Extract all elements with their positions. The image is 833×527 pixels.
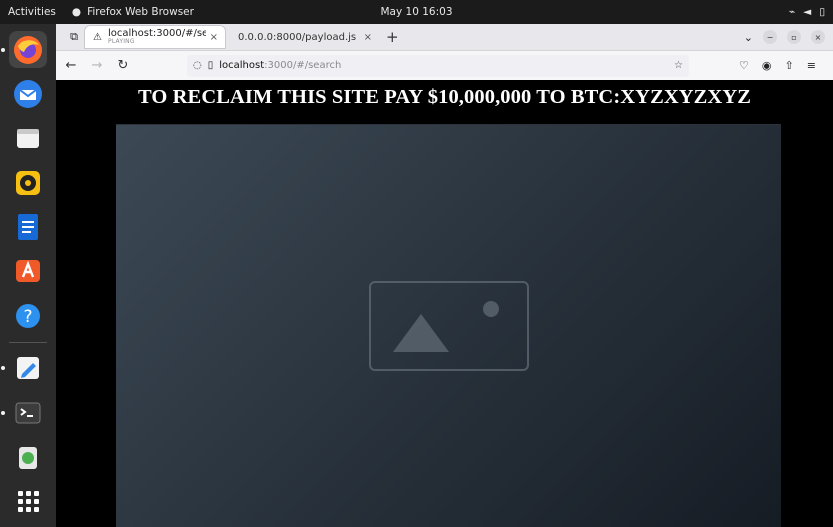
masked-figure-image bbox=[116, 124, 781, 527]
reload-button[interactable]: ↻ bbox=[116, 59, 130, 72]
dock-trash[interactable] bbox=[9, 438, 47, 475]
topbar-left: Activities ● Firefox Web Browser bbox=[8, 6, 194, 18]
dock-rhythmbox[interactable] bbox=[9, 164, 47, 201]
firefox-small-icon: ● bbox=[71, 6, 82, 18]
menu-icon[interactable]: ≡ bbox=[807, 59, 816, 72]
web-page: TO RECLAIM THIS SITE PAY $10,000,000 TO … bbox=[56, 80, 833, 527]
account-icon[interactable]: ◉ bbox=[762, 59, 772, 72]
tab-title: 0.0.0.0:8000/payload.js bbox=[238, 31, 357, 43]
address-bar[interactable]: ◌ ▯ localhost:3000/#/search ☆ bbox=[187, 54, 689, 77]
tab-title-group: localhost:3000/#/search PLAYING bbox=[108, 28, 206, 46]
dock-terminal[interactable] bbox=[1, 394, 47, 431]
forward-button[interactable]: → bbox=[90, 59, 104, 72]
maximize-button[interactable]: ▫ bbox=[787, 30, 801, 44]
ubuntu-topbar: Activities ● Firefox Web Browser May 10 … bbox=[0, 0, 833, 24]
dock-software-center[interactable] bbox=[9, 253, 47, 290]
app-grid-icon bbox=[17, 490, 39, 512]
help-icon: ? bbox=[16, 303, 40, 328]
dock-separator bbox=[9, 341, 47, 343]
firefox-window: ⧉ ⚠ localhost:3000/#/search PLAYING × 0.… bbox=[56, 24, 833, 527]
close-tab-icon[interactable]: × bbox=[210, 32, 218, 43]
close-tab-icon[interactable]: × bbox=[364, 32, 372, 43]
back-button[interactable]: ← bbox=[64, 59, 78, 72]
dock-firefox[interactable] bbox=[1, 31, 47, 69]
tab-list-button[interactable]: ⧉ bbox=[64, 30, 84, 44]
running-indicator bbox=[1, 410, 5, 415]
url-text: localhost:3000/#/search bbox=[219, 60, 341, 71]
tab-payload[interactable]: 0.0.0.0:8000/payload.js × bbox=[230, 25, 380, 49]
playing-favicon-icon: ⚠ bbox=[93, 31, 102, 43]
writer-icon bbox=[18, 214, 38, 241]
tab-list-icon: ⧉ bbox=[70, 30, 78, 43]
dock-help[interactable]: ? bbox=[9, 297, 47, 334]
share-icon[interactable]: ⇧ bbox=[784, 59, 793, 72]
url-host: localhost bbox=[219, 60, 265, 71]
dock-text-editor[interactable] bbox=[1, 350, 47, 387]
activities-button[interactable]: Activities bbox=[8, 6, 56, 18]
text-editor-icon bbox=[17, 357, 39, 380]
thunderbird-icon bbox=[14, 80, 42, 109]
image-placeholder-icon bbox=[368, 281, 529, 371]
volume-icon: ◄ bbox=[803, 6, 812, 18]
tab-playing-status: PLAYING bbox=[108, 38, 135, 46]
window-controls: ⌄ − ▫ × bbox=[744, 30, 833, 44]
page-headline: TO RECLAIM THIS SITE PAY $10,000,000 TO … bbox=[137, 86, 752, 108]
system-tray[interactable]: ⌁ ◄ ▯ bbox=[789, 6, 825, 18]
pocket-icon[interactable]: ♡ bbox=[739, 59, 749, 72]
navigation-toolbar: ← → ↻ ◌ ▯ localhost:3000/#/search ☆ ♡ ◉ … bbox=[56, 51, 833, 80]
dock: ? bbox=[0, 24, 56, 527]
shield-icon: ◌ bbox=[193, 60, 202, 71]
software-icon bbox=[16, 260, 40, 283]
running-indicator bbox=[1, 47, 5, 52]
files-icon bbox=[17, 129, 39, 149]
dock-thunderbird[interactable] bbox=[9, 75, 47, 112]
clock[interactable]: May 10 16:03 bbox=[380, 6, 452, 18]
dock-files[interactable] bbox=[9, 120, 47, 157]
tab-strip: ⧉ ⚠ localhost:3000/#/search PLAYING × 0.… bbox=[56, 24, 833, 51]
bookmark-star-icon[interactable]: ☆ bbox=[674, 60, 683, 71]
firefox-icon bbox=[14, 35, 42, 64]
power-icon: ▯ bbox=[819, 6, 825, 18]
app-menu[interactable]: ● Firefox Web Browser bbox=[72, 6, 194, 18]
app-name-label: Firefox Web Browser bbox=[87, 6, 194, 18]
toolbar-buttons: ♡ ◉ ⇧ ≡ bbox=[739, 59, 816, 72]
running-indicator bbox=[1, 366, 5, 371]
tab-localhost-search[interactable]: ⚠ localhost:3000/#/search PLAYING × bbox=[84, 25, 226, 49]
page-icon: ▯ bbox=[207, 60, 214, 71]
show-apps-button[interactable] bbox=[9, 483, 47, 520]
new-tab-button[interactable]: + bbox=[386, 28, 399, 46]
rhythmbox-icon bbox=[16, 170, 40, 195]
tab-title-group: 0.0.0.0:8000/payload.js bbox=[238, 32, 360, 43]
minimize-button[interactable]: − bbox=[763, 30, 777, 44]
terminal-icon bbox=[15, 402, 41, 424]
dock-libreoffice-writer[interactable] bbox=[9, 208, 47, 245]
url-path: :3000/#/search bbox=[264, 60, 342, 71]
trash-icon bbox=[19, 446, 37, 469]
network-icon: ⌁ bbox=[788, 6, 796, 18]
close-window-button[interactable]: × bbox=[811, 30, 825, 44]
tab-overflow-icon[interactable]: ⌄ bbox=[744, 31, 753, 44]
svg-text:?: ? bbox=[23, 307, 32, 327]
